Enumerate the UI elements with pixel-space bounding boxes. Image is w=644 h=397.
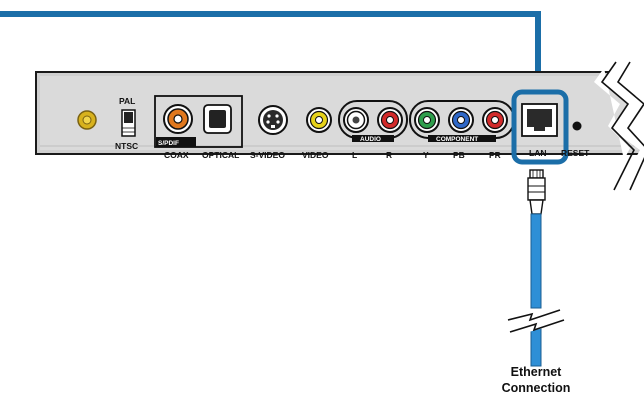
spdif-tag: S/PDIF — [158, 140, 179, 147]
ntsc-label: NTSC — [115, 141, 138, 151]
ethernet-plug-icon — [527, 169, 546, 215]
antenna-connector-icon — [77, 110, 97, 130]
pal-label: PAL — [119, 96, 135, 106]
caption-line-2: Connection — [502, 381, 571, 395]
reset-label: RESET — [561, 148, 590, 158]
toggle-switch-icon[interactable] — [121, 109, 136, 137]
ethernet-cable — [530, 213, 542, 367]
coax-label: COAX — [164, 150, 189, 160]
pb-jack-icon[interactable] — [448, 107, 474, 133]
rj45-port-icon[interactable] — [521, 103, 558, 137]
reset-button-icon[interactable] — [572, 121, 582, 131]
audio-left-jack-icon[interactable] — [343, 107, 369, 133]
audio-left-label: L — [352, 150, 357, 160]
svideo-port-icon[interactable] — [258, 105, 288, 135]
lan-label: LAN — [529, 148, 546, 158]
coax-jack-icon[interactable] — [163, 104, 193, 134]
video-label: VIDEO — [302, 150, 329, 160]
audio-right-label: R — [386, 150, 392, 160]
pr-label: PR — [489, 150, 501, 160]
svideo-label: S-VIDEO — [250, 150, 285, 160]
optical-port-icon[interactable] — [203, 104, 232, 134]
audio-right-jack-icon[interactable] — [377, 107, 403, 133]
y-jack-icon[interactable] — [414, 107, 440, 133]
connection-diagram: PAL NTSC S/PDIF COAX OPTICAL S-VIDEO VID… — [0, 11, 644, 395]
optical-label: OPTICAL — [202, 150, 239, 160]
video-jack-icon[interactable] — [306, 107, 332, 133]
pr-jack-icon[interactable] — [482, 107, 508, 133]
component-group-label: COMPONENT — [436, 136, 478, 143]
caption-line-1: Ethernet — [511, 365, 563, 379]
pb-label: PB — [453, 150, 465, 160]
y-label: Y — [423, 150, 429, 160]
audio-group-label: AUDIO — [360, 136, 381, 143]
